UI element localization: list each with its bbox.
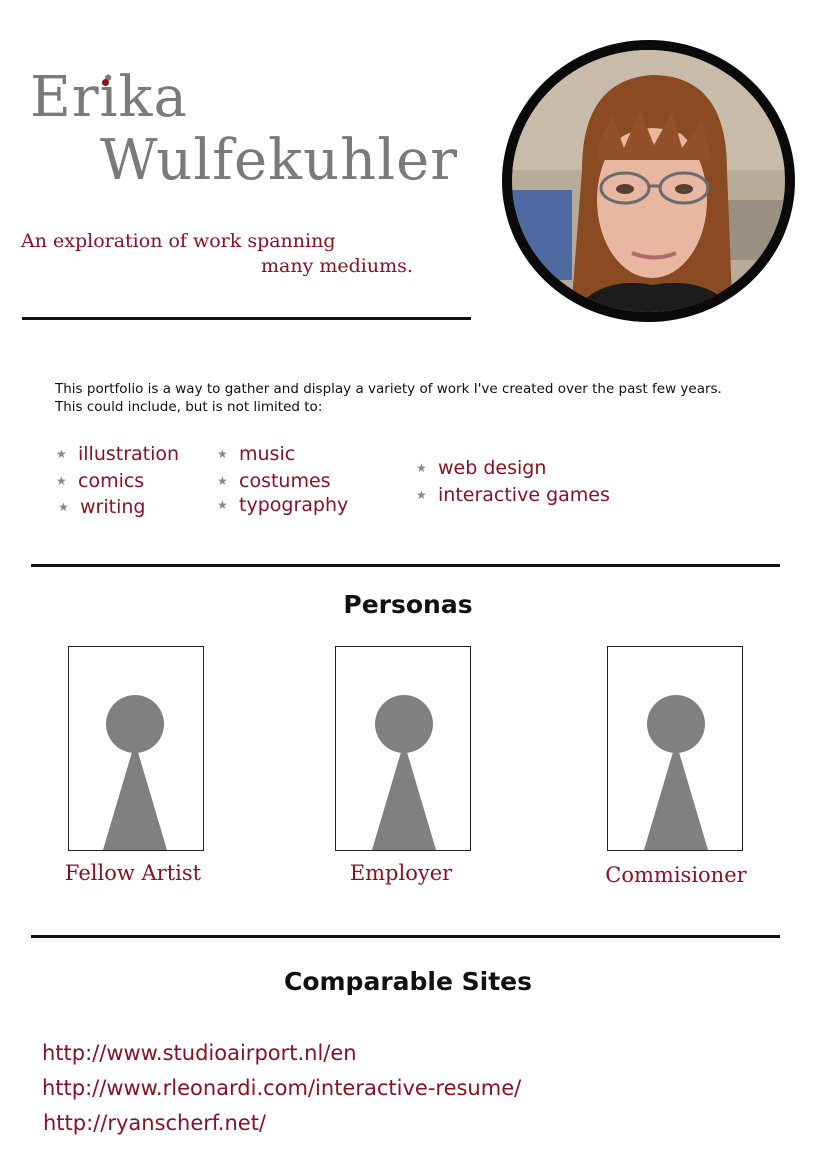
star-icon: ★ [58, 500, 69, 514]
medium-illustration: ★ illustration [56, 443, 179, 465]
comparable-link-ryanscherf[interactable]: http://ryanscherf.net/ [43, 1111, 266, 1135]
tagline-line-2: many mediums. [261, 255, 413, 277]
first-name: Erika [30, 70, 188, 126]
medium-typography: ★ typography [217, 494, 348, 516]
medium-writing: ★ writing [58, 496, 145, 518]
medium-label: music [239, 443, 296, 465]
medium-label: web design [438, 457, 547, 479]
star-icon: ★ [416, 461, 427, 475]
medium-costumes: ★ costumes [217, 470, 331, 492]
comparable-link-rleonardi[interactable]: http://www.rleonardi.com/interactive-res… [42, 1076, 521, 1100]
persona-card-fellow-artist [68, 646, 204, 851]
medium-music: ★ music [217, 443, 295, 465]
first-name-text: Erika [30, 65, 188, 130]
profile-photo-image [512, 50, 785, 312]
section-divider-2 [31, 935, 780, 938]
header-divider [22, 317, 471, 320]
tagline-line-1: An exploration of work spanning [21, 230, 336, 252]
section-divider-1 [31, 564, 780, 567]
intro-line-1: This portfolio is a way to gather and di… [55, 381, 722, 397]
personas-heading: Personas [343, 590, 473, 619]
comparable-link-studioairport[interactable]: http://www.studioairport.nl/en [42, 1041, 357, 1065]
medium-label: typography [239, 494, 349, 516]
medium-label: comics [78, 470, 145, 492]
persona-card-commisioner [607, 646, 743, 851]
intro-text: This portfolio is a way to gather and di… [55, 380, 722, 416]
star-icon: ★ [56, 447, 67, 461]
persona-label-commisioner: Commisioner [605, 863, 747, 887]
persona-card-employer [335, 646, 471, 851]
comparable-sites-heading: Comparable Sites [283, 967, 533, 996]
persona-label-fellow-artist: Fellow Artist [64, 861, 202, 885]
person-silhouette-icon [103, 695, 167, 850]
star-icon: ★ [217, 498, 228, 512]
medium-label: illustration [78, 443, 180, 465]
profile-photo [502, 40, 795, 322]
medium-label: writing [80, 496, 146, 518]
last-name: Wulfekuhler [100, 128, 459, 193]
medium-label: costumes [239, 470, 331, 492]
medium-interactive-games: ★ interactive games [416, 484, 610, 506]
star-icon: ★ [56, 474, 67, 488]
person-silhouette-icon [644, 695, 708, 850]
medium-label: interactive games [438, 484, 610, 506]
persona-label-employer: Employer [349, 861, 453, 885]
medium-web-design: ★ web design [416, 457, 546, 479]
name-dot-icon [102, 79, 109, 86]
intro-line-2: This could include, but is not limited t… [55, 399, 323, 415]
person-silhouette-icon [372, 695, 436, 850]
portrait-illustration [512, 50, 785, 312]
medium-comics: ★ comics [56, 470, 144, 492]
star-icon: ★ [217, 447, 228, 461]
star-icon: ★ [217, 474, 228, 488]
star-icon: ★ [416, 488, 427, 502]
